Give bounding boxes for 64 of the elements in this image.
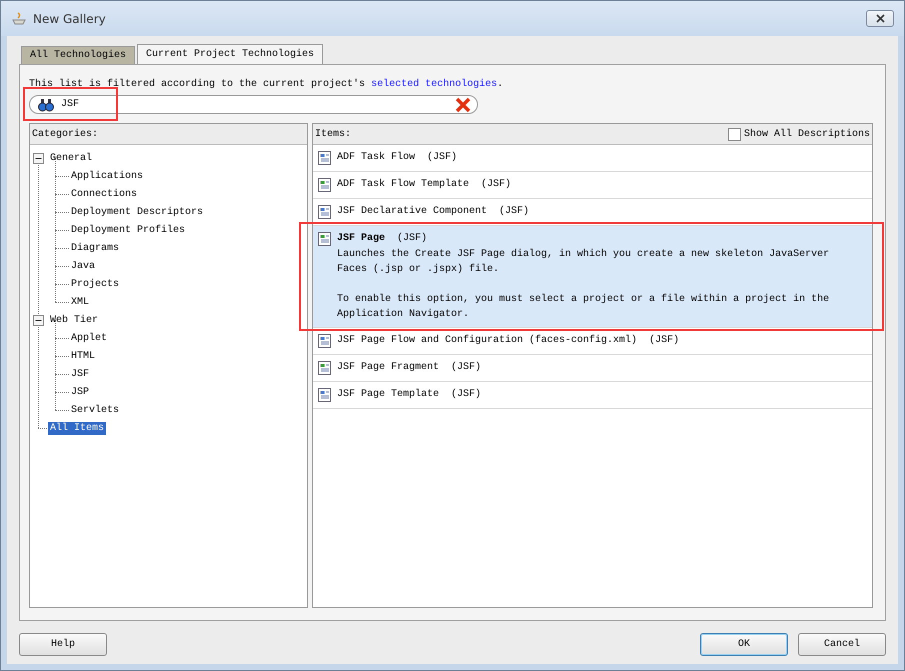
item-tag: (JSF) bbox=[451, 387, 482, 403]
item-description: To enable this option, you must select a project or a file within a project in the Application Navigator. bbox=[337, 292, 830, 322]
item-tag: (JSF) bbox=[481, 177, 512, 193]
checkbox-label: Show All Descriptions bbox=[744, 128, 870, 140]
item-tag: (JSF) bbox=[499, 204, 530, 220]
tree-item[interactable]: JSP bbox=[69, 386, 92, 398]
collapse-icon[interactable] bbox=[33, 314, 44, 326]
tab[interactable]: All Technologies bbox=[21, 46, 136, 64]
close-icon bbox=[876, 14, 884, 23]
tree-item[interactable]: Applet bbox=[69, 332, 110, 344]
tree-item[interactable]: Deployment Profiles bbox=[69, 224, 188, 236]
item-name: JSF Declarative Component bbox=[337, 204, 488, 219]
search-field[interactable]: JSF bbox=[29, 95, 478, 114]
help-button[interactable]: Help bbox=[19, 633, 107, 656]
tree-item[interactable]: Applications bbox=[69, 170, 146, 182]
cancel-button[interactable]: Cancel bbox=[798, 633, 886, 656]
gallery-item[interactable]: JSF Page Template (JSF) bbox=[313, 382, 872, 409]
gallery-item[interactable]: ADF Task Flow Template (JSF) bbox=[313, 172, 872, 199]
item-name: JSF Page Flow and Configuration (faces-config.xml) bbox=[337, 334, 638, 348]
tree-item[interactable]: Projects bbox=[69, 278, 122, 290]
items-heading: Items: bbox=[315, 128, 352, 140]
technologies-link[interactable]: selected technologies bbox=[371, 79, 498, 90]
tree-item[interactable]: Servlets bbox=[69, 404, 122, 416]
tab[interactable]: Current Project Technologies bbox=[137, 44, 324, 64]
item-tag: (JSF) bbox=[451, 360, 482, 376]
collapse-icon[interactable] bbox=[33, 152, 44, 164]
ok-button[interactable]: OK bbox=[700, 633, 788, 656]
item-name: JSF Page Fragment bbox=[337, 361, 440, 375]
item-name: JSF Page Template bbox=[337, 388, 440, 402]
item-name: ADF Task Flow bbox=[337, 150, 416, 165]
item-tag: (JSF) bbox=[397, 231, 428, 247]
tree-item[interactable]: Diagrams bbox=[69, 242, 122, 254]
page-icon bbox=[317, 360, 333, 376]
checkbox[interactable] bbox=[728, 128, 741, 140]
tree-item[interactable]: Deployment Descriptors bbox=[69, 206, 206, 218]
item-tag: (JSF) bbox=[649, 333, 680, 349]
gallery-item[interactable]: ADF Task Flow (JSF) bbox=[313, 145, 872, 172]
tree-item[interactable]: All Items bbox=[48, 422, 106, 434]
page-icon bbox=[317, 231, 333, 247]
page-icon bbox=[317, 177, 333, 193]
item-tag: (JSF) bbox=[427, 150, 458, 166]
gallery-item[interactable]: JSF Page Fragment (JSF) bbox=[313, 355, 872, 382]
tree-item[interactable]: HTML bbox=[69, 350, 98, 362]
binoculars-icon bbox=[38, 98, 54, 112]
page-icon bbox=[317, 387, 333, 403]
window-title: New Gallery bbox=[33, 12, 107, 26]
filter-note: This list is filtered according to the current project's selected technologies. bbox=[29, 79, 504, 90]
tree-item[interactable]: General bbox=[48, 152, 94, 164]
categories-heading: Categories: bbox=[32, 128, 98, 140]
page-icon bbox=[317, 333, 333, 349]
page-icon bbox=[317, 204, 333, 220]
item-description: Launches the Create JSF Page dialog, in which you create a new skeleton JavaServer Faces (.jsp or .jspx) file. bbox=[337, 248, 830, 277]
page-icon bbox=[317, 150, 333, 166]
tree-item[interactable]: XML bbox=[69, 296, 92, 308]
tree-item[interactable]: Web Tier bbox=[48, 314, 100, 326]
cup-icon bbox=[11, 10, 27, 26]
clear-icon[interactable] bbox=[455, 97, 471, 113]
item-name: ADF Task Flow Template bbox=[337, 178, 470, 192]
close-button[interactable] bbox=[866, 10, 894, 27]
tree-item[interactable]: Java bbox=[69, 260, 98, 272]
tree-item[interactable]: Connections bbox=[69, 188, 140, 200]
item-name: JSF Page bbox=[337, 232, 386, 246]
tree-item[interactable]: JSF bbox=[69, 368, 92, 380]
gallery-item[interactable]: JSF Page Flow and Configuration (faces-config.xml) (JSF) bbox=[313, 328, 872, 355]
